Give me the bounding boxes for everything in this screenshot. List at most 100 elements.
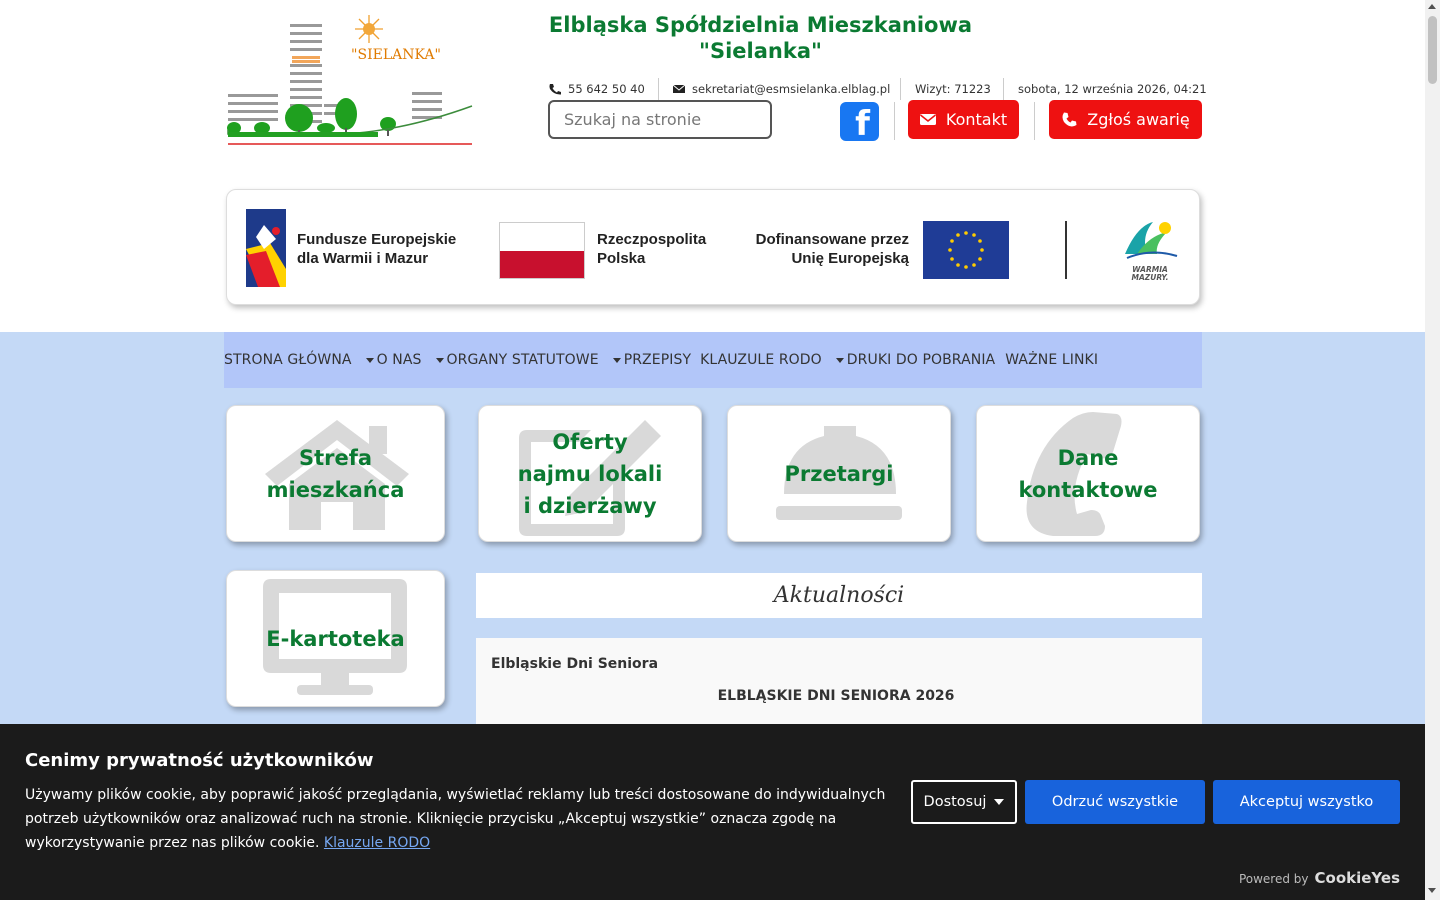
news-item-subtitle: ELBLĄSKIE DNI SENIORA 2026	[717, 688, 955, 704]
tile-label: Dane kontaktowe	[977, 406, 1199, 541]
contact-button-label: Kontakt	[945, 110, 1008, 129]
envelope-icon	[919, 114, 936, 125]
cookie-description-text: Używamy plików cookie, aby poprawić jako…	[25, 787, 886, 851]
reject-all-label: Odrzuć wszystkie	[1051, 794, 1179, 810]
current-datetime: sobota, 12 września 2026, 04:21	[1018, 82, 1207, 96]
polish-flag	[499, 222, 585, 279]
eu-cofunded-text: Dofinansowane przez Unię Europejską	[747, 230, 909, 268]
tile-rental-offers[interactable]: Oferty najmu lokali i dzierżawy	[478, 405, 702, 542]
tile-label-line1: Strefa	[298, 445, 373, 470]
report-failure-label: Zgłoś awarię	[1087, 110, 1190, 129]
nav-item-links[interactable]: WAŻNE LINKI	[1005, 352, 1098, 368]
page-scrollbar[interactable]	[1425, 0, 1440, 900]
mazury-line: MAZURY.	[1131, 273, 1169, 282]
republic-of-poland-text: Rzeczpospolita Polska	[597, 230, 706, 268]
tile-label: E-kartoteka	[227, 571, 444, 706]
caret-down-icon	[365, 357, 374, 363]
nav-item-label: PRZEPISY	[623, 352, 692, 368]
scroll-down-arrow-icon[interactable]	[1428, 888, 1436, 893]
eu-cofunded-line1: Dofinansowane przez	[755, 231, 909, 248]
accept-all-button[interactable]: Akceptuj wszystko	[1213, 780, 1400, 824]
powered-by-label: Powered by	[1238, 872, 1309, 886]
logo-text: "SIELANKA"	[351, 47, 441, 63]
chevron-down-icon	[994, 799, 1005, 805]
facebook-icon: f	[855, 104, 870, 141]
scroll-up-arrow-icon[interactable]	[1428, 4, 1436, 9]
cookieyes-logo: CookieYes	[1314, 869, 1401, 887]
nav-item-regulations[interactable]: PRZEPISY	[612, 352, 692, 368]
sielanka-logo-graphic: "SIELANKA"	[227, 15, 473, 145]
tile-resident-zone[interactable]: Strefa mieszkańca	[226, 405, 445, 542]
tile-contact-data[interactable]: Dane kontaktowe	[976, 405, 1200, 542]
tile-label-line1: E-kartoteka	[266, 626, 405, 651]
tile-label: Strefa mieszkańca	[227, 406, 444, 541]
news-item[interactable]: Elbląskie Dni Seniora ELBLĄSKIE DNI SENI…	[476, 638, 1202, 738]
european-funds-line2: dla Warmii i Mazur	[297, 250, 429, 267]
search-input[interactable]	[564, 110, 754, 129]
caret-down-icon	[612, 357, 621, 363]
envelope-icon	[672, 84, 686, 93]
tile-tenders[interactable]: Przetargi	[727, 405, 951, 542]
republic-line1: Rzeczpospolita	[597, 231, 707, 248]
tile-label-line2: kontaktowe	[1018, 477, 1158, 502]
warmia-mazury-logo: WARMIA MAZURY.	[1117, 218, 1183, 282]
nav-item-rodo[interactable]: KLAUZULE RODO	[700, 352, 822, 368]
tile-label-line2: najmu lokali	[517, 461, 663, 486]
eu-funding-banner: Fundusze Europejskie dla Warmii i Mazur …	[226, 189, 1200, 305]
tile-label: Przetargi	[728, 406, 950, 541]
main-navigation: STRONA GŁÓWNA O NAS ORGANY STATUTOWE PRZ…	[224, 332, 1202, 388]
facebook-button[interactable]: f	[840, 102, 879, 141]
tile-label-line1: Oferty	[552, 429, 628, 454]
warmia-mazury-text: WARMIA MAZURY.	[1117, 266, 1183, 282]
tile-e-kartoteka[interactable]: E-kartoteka	[226, 570, 445, 707]
tile-label-line1: Dane	[1057, 445, 1119, 470]
nav-item-home[interactable]: STRONA GŁÓWNA	[224, 352, 352, 368]
customize-button[interactable]: Dostosuj	[911, 780, 1017, 824]
visit-counter: Wizyt: 71223	[915, 82, 991, 96]
nav-item-label: STRONA GŁÓWNA	[224, 352, 352, 368]
tile-label-line1: Przetargi	[784, 461, 894, 486]
news-heading: Aktualności	[476, 573, 1202, 618]
tile-label: Oferty najmu lokali i dzierżawy	[479, 406, 701, 541]
report-failure-button[interactable]: Zgłoś awarię	[1049, 100, 1202, 139]
contact-button[interactable]: Kontakt	[908, 100, 1019, 139]
tile-label-line3: i dzierżawy	[523, 493, 657, 518]
accept-all-label: Akceptuj wszystko	[1239, 794, 1374, 810]
nav-item-downloads[interactable]: DRUKI DO POBRANIA	[835, 352, 996, 368]
european-funds-logo	[246, 209, 286, 287]
email-info[interactable]: sekretariat@esmsielanka.elblag.pl	[672, 80, 890, 98]
phone-icon	[1062, 112, 1077, 126]
caret-down-icon	[835, 357, 844, 363]
european-funds-text: Fundusze Europejskie dla Warmii i Mazur	[297, 230, 456, 268]
nav-item-label: KLAUZULE RODO	[700, 352, 822, 368]
tile-label-line2: mieszkańca	[266, 477, 405, 502]
european-funds-line1: Fundusze Europejskie	[297, 231, 457, 248]
republic-line2: Polska	[597, 250, 646, 267]
nav-item-label: WAŻNE LINKI	[1005, 352, 1099, 368]
warmia-mazury-mark	[1125, 222, 1178, 259]
nav-item-label: DRUKI DO POBRANIA	[846, 352, 996, 368]
rodo-link[interactable]: Klauzule RODO	[324, 835, 430, 851]
powered-by[interactable]: Powered by CookieYes	[1239, 869, 1400, 887]
scrollbar-thumb[interactable]	[1428, 16, 1437, 84]
eu-cofunded-line2: Unię Europejską	[791, 250, 909, 267]
email-address: sekretariat@esmsielanka.elblag.pl	[692, 82, 891, 96]
phone-info[interactable]: 55 642 50 40	[548, 80, 645, 98]
nav-item-about[interactable]: O NAS	[365, 352, 422, 368]
cookie-title: Cenimy prywatność użytkowników	[25, 750, 374, 771]
nav-item-label: O NAS	[376, 352, 422, 368]
search-box[interactable]	[548, 100, 772, 139]
nav-item-statutory-bodies[interactable]: ORGANY STATUTOWE	[435, 352, 599, 368]
cookie-description: Używamy plików cookie, aby poprawić jako…	[25, 783, 905, 855]
caret-down-icon	[435, 357, 444, 363]
site-logo[interactable]: "SIELANKA"	[226, 12, 476, 148]
reject-all-button[interactable]: Odrzuć wszystkie	[1025, 780, 1205, 824]
site-title: Elbląska Spółdzielnia Mieszkaniowa "Siel…	[548, 13, 973, 63]
eu-flag	[923, 221, 1009, 279]
news-item-title[interactable]: Elbląskie Dni Seniora	[491, 656, 658, 672]
banner-divider	[1065, 221, 1067, 279]
nav-item-label: ORGANY STATUTOWE	[446, 352, 599, 368]
cookie-consent-banner: Cenimy prywatność użytkowników Używamy p…	[0, 724, 1425, 900]
phone-icon	[549, 84, 561, 95]
customize-button-label: Dostosuj	[923, 794, 987, 810]
